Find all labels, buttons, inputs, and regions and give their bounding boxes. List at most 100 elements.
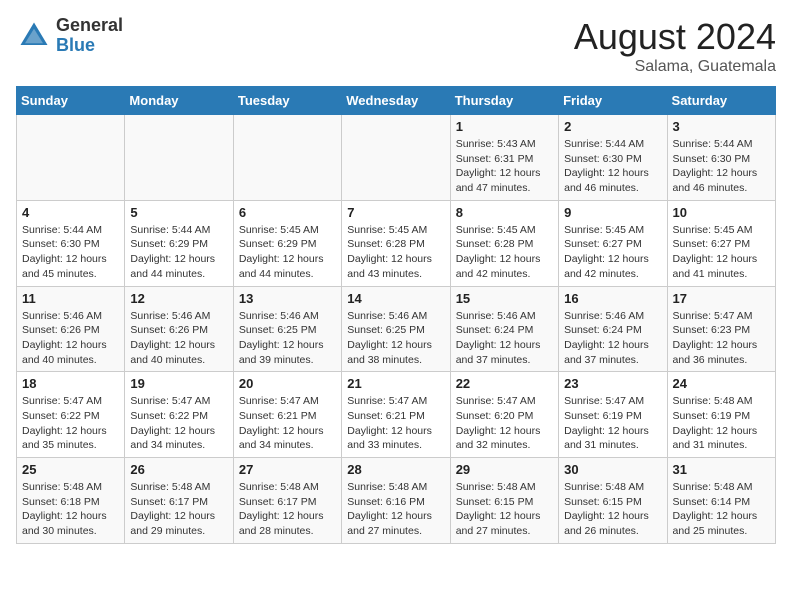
day-info: Sunrise: 5:45 AM Sunset: 6:28 PM Dayligh… (347, 223, 444, 282)
calendar-cell: 28 Sunrise: 5:48 AM Sunset: 6:16 PM Dayli… (342, 458, 450, 544)
day-info: Sunrise: 5:47 AM Sunset: 6:20 PM Dayligh… (456, 394, 553, 453)
day-info: Sunrise: 5:48 AM Sunset: 6:15 PM Dayligh… (564, 480, 661, 539)
weekday-header: Thursday (450, 87, 558, 115)
day-number: 1 (456, 119, 553, 134)
calendar-cell: 30 Sunrise: 5:48 AM Sunset: 6:15 PM Dayli… (559, 458, 667, 544)
day-info: Sunrise: 5:46 AM Sunset: 6:25 PM Dayligh… (239, 309, 336, 368)
logo-general-text: General (56, 15, 123, 35)
calendar-cell (125, 115, 233, 201)
day-number: 16 (564, 291, 661, 306)
title-block: August 2024 Salama, Guatemala (574, 16, 776, 76)
day-info: Sunrise: 5:48 AM Sunset: 6:19 PM Dayligh… (673, 394, 770, 453)
calendar-cell (17, 115, 125, 201)
weekday-header-row: SundayMondayTuesdayWednesdayThursdayFrid… (17, 87, 776, 115)
day-number: 12 (130, 291, 227, 306)
day-number: 25 (22, 462, 119, 477)
logo-text: General Blue (56, 16, 123, 56)
day-number: 15 (456, 291, 553, 306)
day-info: Sunrise: 5:47 AM Sunset: 6:23 PM Dayligh… (673, 309, 770, 368)
calendar-cell: 24 Sunrise: 5:48 AM Sunset: 6:19 PM Dayli… (667, 372, 775, 458)
calendar-week-row: 25 Sunrise: 5:48 AM Sunset: 6:18 PM Dayli… (17, 458, 776, 544)
day-number: 17 (673, 291, 770, 306)
calendar-cell: 25 Sunrise: 5:48 AM Sunset: 6:18 PM Dayli… (17, 458, 125, 544)
calendar-cell: 23 Sunrise: 5:47 AM Sunset: 6:19 PM Dayli… (559, 372, 667, 458)
day-info: Sunrise: 5:44 AM Sunset: 6:29 PM Dayligh… (130, 223, 227, 282)
calendar-cell: 21 Sunrise: 5:47 AM Sunset: 6:21 PM Dayli… (342, 372, 450, 458)
weekday-header: Monday (125, 87, 233, 115)
day-number: 27 (239, 462, 336, 477)
day-info: Sunrise: 5:45 AM Sunset: 6:27 PM Dayligh… (673, 223, 770, 282)
calendar-cell: 13 Sunrise: 5:46 AM Sunset: 6:25 PM Dayli… (233, 286, 341, 372)
calendar-cell: 7 Sunrise: 5:45 AM Sunset: 6:28 PM Daylig… (342, 200, 450, 286)
calendar-week-row: 1 Sunrise: 5:43 AM Sunset: 6:31 PM Daylig… (17, 115, 776, 201)
calendar-table: SundayMondayTuesdayWednesdayThursdayFrid… (16, 86, 776, 544)
day-number: 29 (456, 462, 553, 477)
calendar-cell: 4 Sunrise: 5:44 AM Sunset: 6:30 PM Daylig… (17, 200, 125, 286)
calendar-cell: 31Sunrise: 5:48 AM Sunset: 6:14 PM Dayli… (667, 458, 775, 544)
day-number: 10 (673, 205, 770, 220)
day-info: Sunrise: 5:46 AM Sunset: 6:24 PM Dayligh… (564, 309, 661, 368)
day-number: 8 (456, 205, 553, 220)
day-info: Sunrise: 5:47 AM Sunset: 6:22 PM Dayligh… (130, 394, 227, 453)
day-info: Sunrise: 5:46 AM Sunset: 6:25 PM Dayligh… (347, 309, 444, 368)
day-info: Sunrise: 5:46 AM Sunset: 6:26 PM Dayligh… (22, 309, 119, 368)
calendar-week-row: 11 Sunrise: 5:46 AM Sunset: 6:26 PM Dayli… (17, 286, 776, 372)
day-number: 2 (564, 119, 661, 134)
day-info: Sunrise: 5:48 AM Sunset: 6:18 PM Dayligh… (22, 480, 119, 539)
day-number: 18 (22, 376, 119, 391)
day-info: Sunrise: 5:45 AM Sunset: 6:28 PM Dayligh… (456, 223, 553, 282)
day-number: 9 (564, 205, 661, 220)
logo: General Blue (16, 16, 123, 56)
day-number: 23 (564, 376, 661, 391)
calendar-cell: 14 Sunrise: 5:46 AM Sunset: 6:25 PM Dayli… (342, 286, 450, 372)
day-number: 19 (130, 376, 227, 391)
weekday-header: Friday (559, 87, 667, 115)
day-number: 5 (130, 205, 227, 220)
calendar-cell: 3 Sunrise: 5:44 AM Sunset: 6:30 PM Daylig… (667, 115, 775, 201)
calendar-cell: 27Sunrise: 5:48 AM Sunset: 6:17 PM Dayli… (233, 458, 341, 544)
calendar-cell: 26 Sunrise: 5:48 AM Sunset: 6:17 PM Dayli… (125, 458, 233, 544)
day-number: 11 (22, 291, 119, 306)
calendar-cell: 6Sunrise: 5:45 AM Sunset: 6:29 PM Daylig… (233, 200, 341, 286)
day-number: 14 (347, 291, 444, 306)
calendar-cell: 2Sunrise: 5:44 AM Sunset: 6:30 PM Daylig… (559, 115, 667, 201)
day-info: Sunrise: 5:45 AM Sunset: 6:27 PM Dayligh… (564, 223, 661, 282)
day-number: 6 (239, 205, 336, 220)
day-number: 31 (673, 462, 770, 477)
logo-icon (16, 18, 52, 54)
day-info: Sunrise: 5:48 AM Sunset: 6:17 PM Dayligh… (130, 480, 227, 539)
day-number: 24 (673, 376, 770, 391)
calendar-cell: 17 Sunrise: 5:47 AM Sunset: 6:23 PM Dayli… (667, 286, 775, 372)
day-number: 30 (564, 462, 661, 477)
day-number: 7 (347, 205, 444, 220)
page-header: General Blue August 2024 Salama, Guatema… (16, 16, 776, 76)
day-number: 26 (130, 462, 227, 477)
calendar-cell: 8 Sunrise: 5:45 AM Sunset: 6:28 PM Daylig… (450, 200, 558, 286)
day-info: Sunrise: 5:43 AM Sunset: 6:31 PM Dayligh… (456, 137, 553, 196)
weekday-header: Wednesday (342, 87, 450, 115)
day-number: 4 (22, 205, 119, 220)
calendar-cell: 19 Sunrise: 5:47 AM Sunset: 6:22 PM Dayli… (125, 372, 233, 458)
day-number: 28 (347, 462, 444, 477)
day-number: 21 (347, 376, 444, 391)
day-info: Sunrise: 5:47 AM Sunset: 6:22 PM Dayligh… (22, 394, 119, 453)
calendar-cell: 9 Sunrise: 5:45 AM Sunset: 6:27 PM Daylig… (559, 200, 667, 286)
calendar-title: August 2024 (574, 16, 776, 58)
day-info: Sunrise: 5:44 AM Sunset: 6:30 PM Dayligh… (673, 137, 770, 196)
calendar-cell: 15Sunrise: 5:46 AM Sunset: 6:24 PM Dayli… (450, 286, 558, 372)
day-number: 20 (239, 376, 336, 391)
day-number: 13 (239, 291, 336, 306)
calendar-week-row: 18 Sunrise: 5:47 AM Sunset: 6:22 PM Dayli… (17, 372, 776, 458)
calendar-cell: 11 Sunrise: 5:46 AM Sunset: 6:26 PM Dayli… (17, 286, 125, 372)
calendar-cell: 1 Sunrise: 5:43 AM Sunset: 6:31 PM Daylig… (450, 115, 558, 201)
calendar-cell: 29Sunrise: 5:48 AM Sunset: 6:15 PM Dayli… (450, 458, 558, 544)
day-info: Sunrise: 5:47 AM Sunset: 6:19 PM Dayligh… (564, 394, 661, 453)
day-info: Sunrise: 5:47 AM Sunset: 6:21 PM Dayligh… (239, 394, 336, 453)
day-info: Sunrise: 5:47 AM Sunset: 6:21 PM Dayligh… (347, 394, 444, 453)
day-info: Sunrise: 5:46 AM Sunset: 6:26 PM Dayligh… (130, 309, 227, 368)
day-number: 3 (673, 119, 770, 134)
day-info: Sunrise: 5:48 AM Sunset: 6:16 PM Dayligh… (347, 480, 444, 539)
day-info: Sunrise: 5:44 AM Sunset: 6:30 PM Dayligh… (22, 223, 119, 282)
day-number: 22 (456, 376, 553, 391)
calendar-subtitle: Salama, Guatemala (574, 58, 776, 76)
